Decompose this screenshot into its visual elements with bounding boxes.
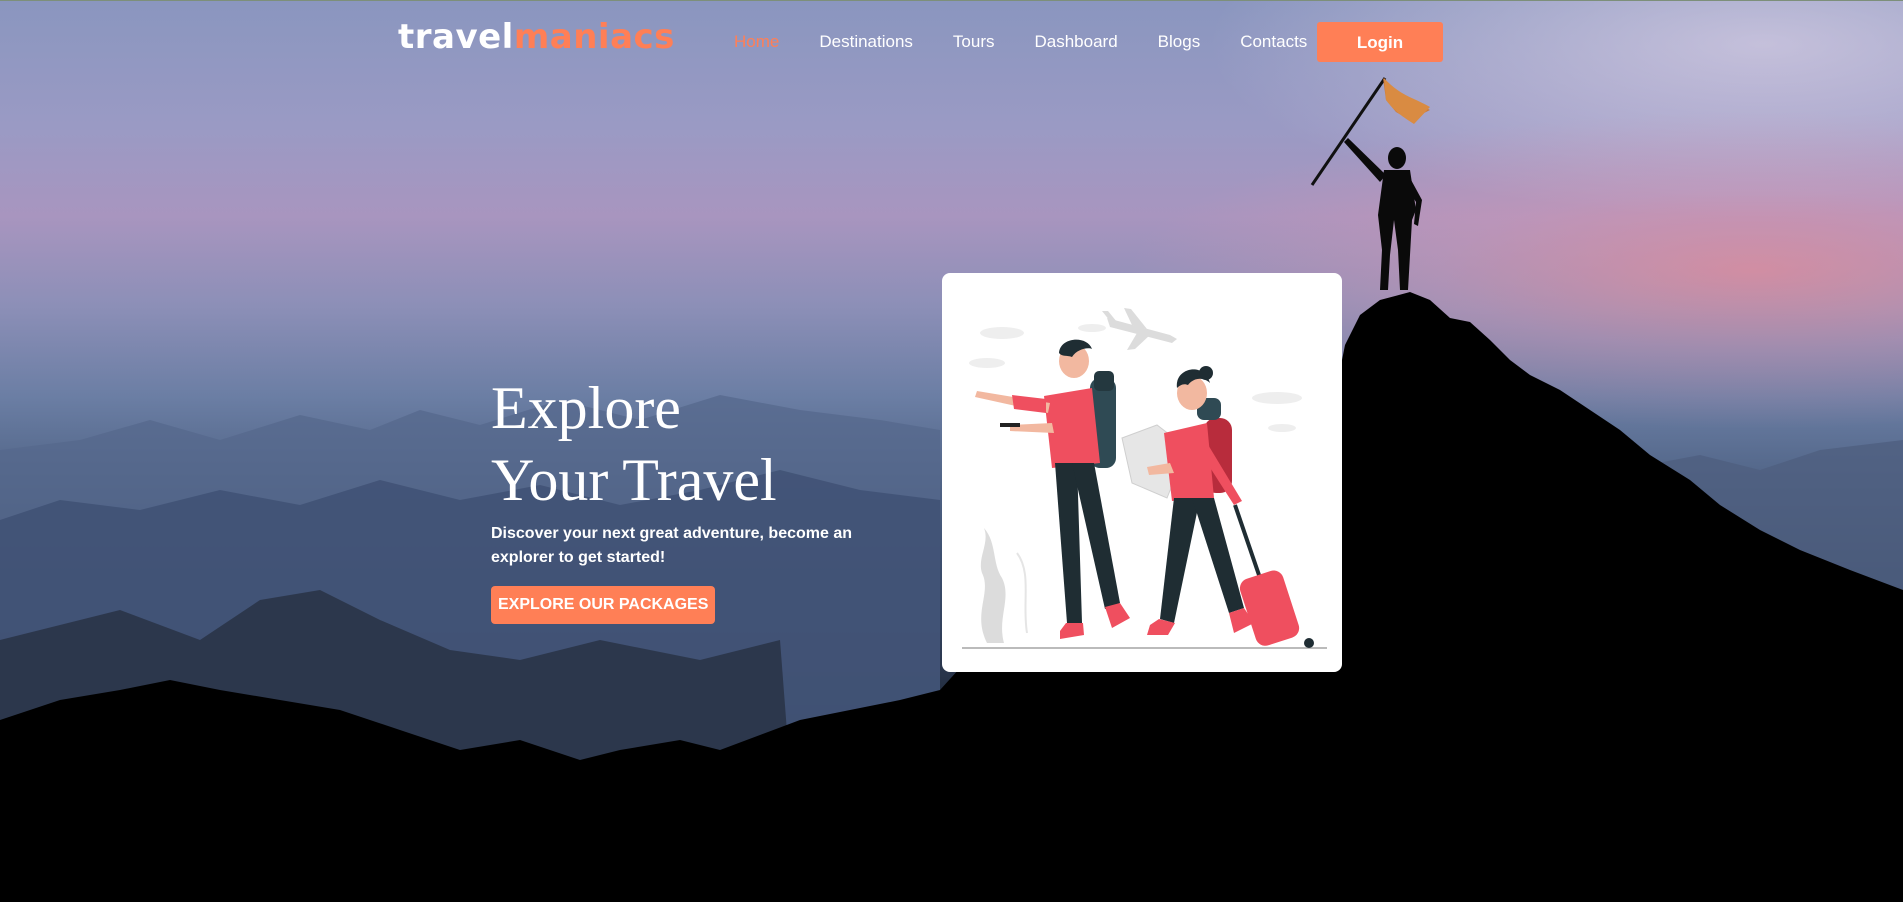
top-navbar: travelmaniacs Home Destinations Tours Da… xyxy=(0,0,1903,81)
hero-section: travelmaniacs Home Destinations Tours Da… xyxy=(0,0,1903,902)
nav-item-contacts[interactable]: Contacts xyxy=(1240,31,1307,53)
nav-item-destinations[interactable]: Destinations xyxy=(819,31,913,53)
travelers-illustration xyxy=(962,308,1327,649)
hiker-silhouette xyxy=(1310,77,1430,290)
logo-part-maniacs: maniacs xyxy=(513,17,675,57)
hero-subtitle: Discover your next great adventure, beco… xyxy=(491,525,853,566)
headline-line-1: Explore xyxy=(491,375,681,441)
nav-item-home[interactable]: Home xyxy=(734,31,779,53)
login-button[interactable]: Login xyxy=(1317,22,1443,62)
hero-headline: Explore Your Travel xyxy=(491,372,777,516)
airplane-icon xyxy=(1102,308,1177,350)
logo-part-travel: travel xyxy=(398,17,514,57)
explore-packages-button[interactable]: EXPLORE OUR PACKAGES xyxy=(491,586,716,624)
brand-logo[interactable]: travelmaniacs xyxy=(398,15,675,59)
headline-line-2: Your Travel xyxy=(491,447,777,513)
nav-menu: Home Destinations Tours Dashboard Blogs … xyxy=(734,31,1347,53)
travelers-illustration-card xyxy=(942,273,1342,672)
nav-item-blogs[interactable]: Blogs xyxy=(1158,31,1201,53)
female-traveler xyxy=(1121,366,1314,648)
nav-item-dashboard[interactable]: Dashboard xyxy=(1035,31,1118,53)
nav-item-tours[interactable]: Tours xyxy=(953,31,995,53)
